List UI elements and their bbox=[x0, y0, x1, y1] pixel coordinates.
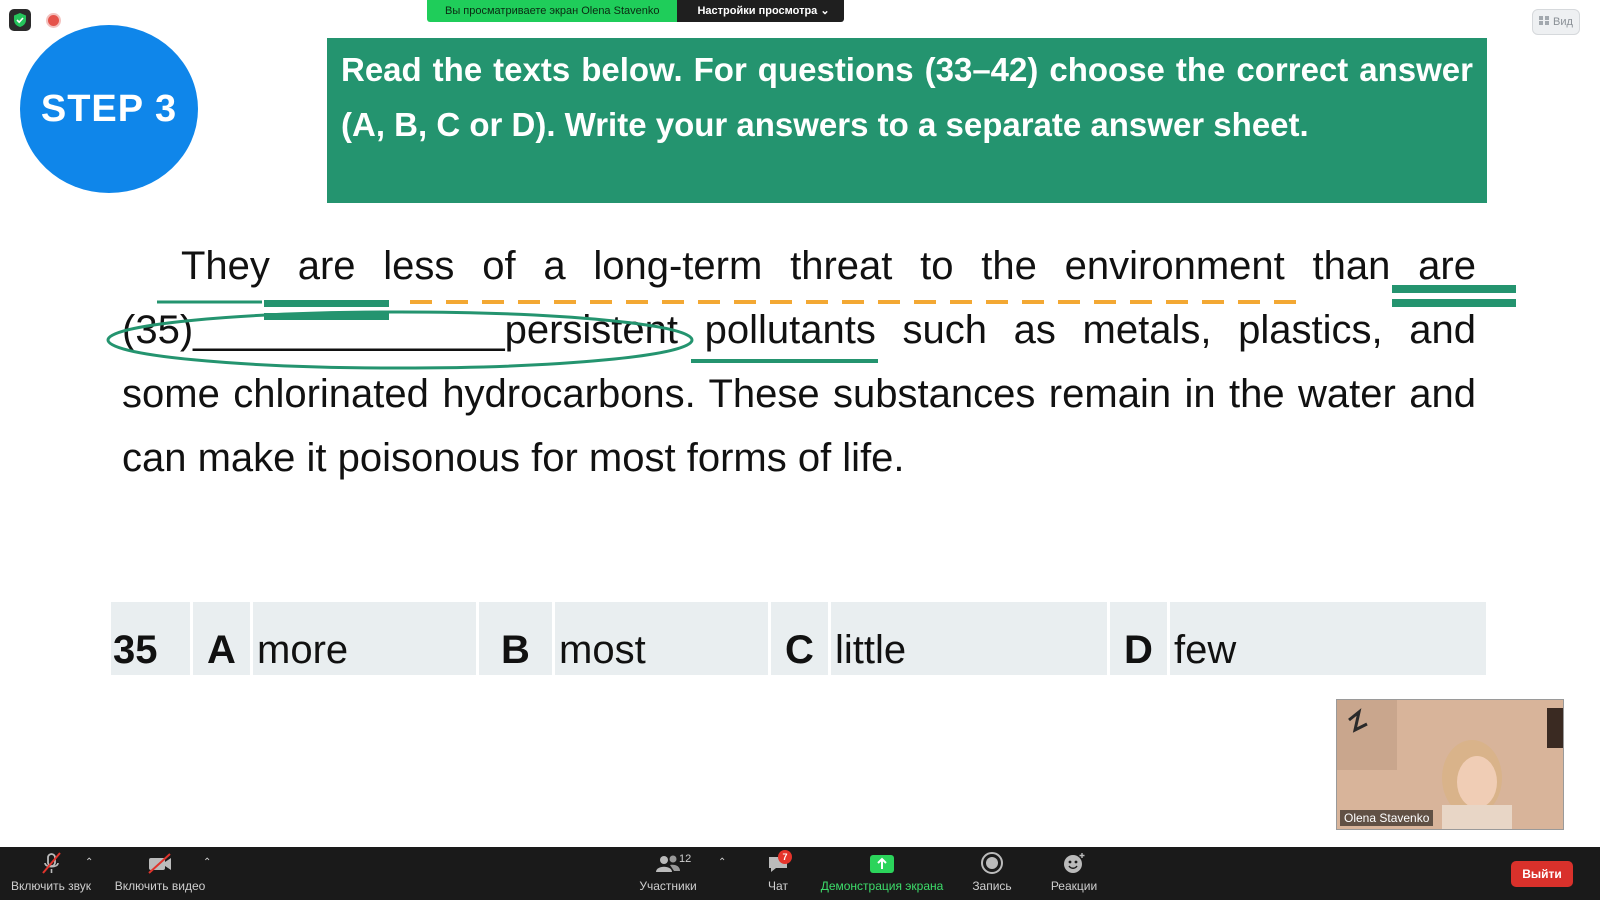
recording-indicator-icon bbox=[46, 13, 61, 28]
chat-unread-badge: 7 bbox=[778, 850, 792, 864]
view-options-label: Настройки просмотра bbox=[697, 5, 818, 17]
meeting-toolbar: Включить звук ⌃ Включить видео ⌃ 12 Учас… bbox=[0, 847, 1600, 900]
view-button-label: Вид bbox=[1553, 16, 1573, 28]
option-d-letter: D bbox=[1110, 602, 1167, 675]
option-c-text: little bbox=[831, 602, 1107, 675]
reactions-button[interactable]: Реакции bbox=[1044, 847, 1104, 900]
instruction-box: Read the texts below. For questions (33–… bbox=[327, 38, 1487, 203]
option-d-text: few bbox=[1170, 602, 1486, 675]
unmute-button[interactable]: Включить звук bbox=[6, 847, 96, 900]
record-label: Запись bbox=[972, 879, 1012, 893]
option-b-text: most bbox=[555, 602, 768, 675]
chat-button[interactable]: 7 Чат bbox=[756, 847, 800, 900]
option-c-letter: C bbox=[771, 602, 828, 675]
microphone-muted-icon bbox=[42, 852, 61, 874]
leave-meeting-label: Выйти bbox=[1522, 867, 1562, 881]
participants-count: 12 bbox=[679, 853, 692, 865]
unmute-label: Включить звук bbox=[10, 879, 92, 893]
leave-meeting-button[interactable]: Выйти bbox=[1511, 861, 1573, 887]
participants-label: Участники bbox=[639, 879, 697, 893]
answer-options-row: 35 A more B most C little D few bbox=[111, 602, 1486, 675]
participants-caret-icon[interactable]: ⌃ bbox=[718, 857, 726, 868]
step-label: STEP 3 bbox=[40, 87, 178, 130]
participant-video[interactable]: Olena Stavenko bbox=[1336, 699, 1564, 830]
record-button[interactable]: Запись bbox=[964, 847, 1020, 900]
option-b-letter: B bbox=[479, 602, 552, 675]
gap-blank: ______________ bbox=[193, 308, 505, 352]
option-a-letter: A bbox=[193, 602, 250, 675]
reactions-smiley-icon bbox=[1064, 853, 1085, 873]
participant-name: Olena Stavenko bbox=[1340, 810, 1434, 826]
step-badge: STEP 3 bbox=[20, 25, 198, 193]
share-screen-label: Демонстрация экрана bbox=[820, 879, 944, 893]
instruction-text: Read the texts below. For questions (33–… bbox=[341, 51, 1473, 143]
screen-share-bar: Вы просматриваете экран Olena Stavenko Н… bbox=[427, 0, 844, 22]
reactions-label: Реакции bbox=[1050, 879, 1098, 893]
option-a-text: more bbox=[253, 602, 476, 675]
sharing-status-text: Вы просматриваете экран Olena Stavenko bbox=[427, 0, 678, 22]
question-number: 35 bbox=[111, 602, 190, 675]
participants-button[interactable]: 12 Участники bbox=[632, 847, 704, 900]
grid-icon bbox=[1539, 16, 1550, 28]
gap-number: (35) bbox=[122, 308, 194, 352]
record-icon bbox=[981, 852, 1003, 874]
view-options-dropdown[interactable]: Настройки просмотра ⌄ bbox=[677, 0, 844, 22]
chevron-down-icon: ⌄ bbox=[820, 5, 830, 17]
share-screen-button[interactable]: Демонстрация экрана bbox=[816, 847, 948, 900]
audio-options-caret-icon[interactable]: ⌃ bbox=[85, 857, 93, 868]
passage-part-1: They are less of a long-term threat to t… bbox=[181, 244, 1476, 288]
share-screen-icon bbox=[870, 855, 894, 873]
video-options-caret-icon[interactable]: ⌃ bbox=[203, 857, 211, 868]
start-video-button[interactable]: Включить видео bbox=[112, 847, 208, 900]
security-shield-icon[interactable] bbox=[9, 9, 31, 31]
start-video-label: Включить видео bbox=[114, 879, 206, 893]
chat-label: Чат bbox=[768, 879, 788, 893]
camera-off-icon bbox=[148, 853, 171, 874]
view-button[interactable]: Вид bbox=[1532, 9, 1580, 35]
reading-passage: They are less of a long-term threat to t… bbox=[122, 234, 1476, 490]
